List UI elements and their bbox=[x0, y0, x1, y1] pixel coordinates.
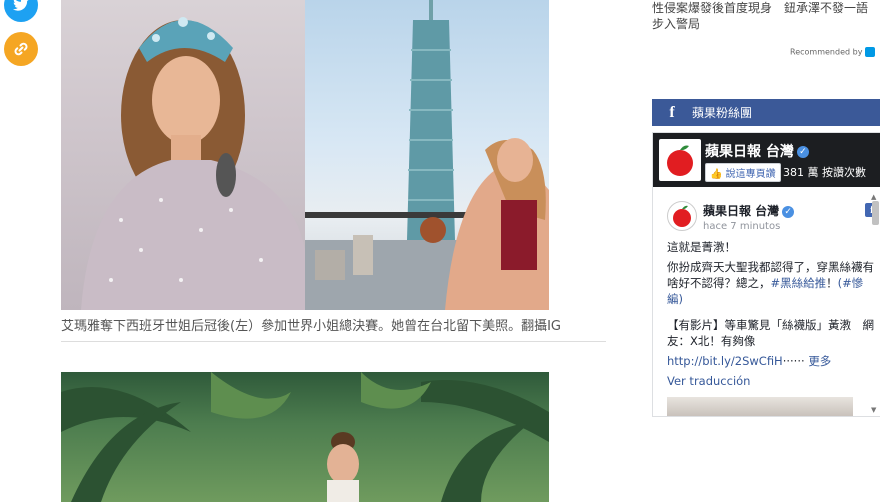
post-author-name[interactable]: 蘋果日報 台灣 ✓ bbox=[703, 203, 795, 219]
scrollbar-thumb[interactable] bbox=[872, 201, 879, 225]
post-image-thumbnail[interactable] bbox=[667, 397, 853, 416]
post-author-avatar[interactable] bbox=[667, 201, 697, 231]
thumbs-up-icon: 👍 bbox=[710, 169, 723, 180]
hashtag-link[interactable]: #黑絲給推 bbox=[771, 276, 827, 290]
article-photo-miss-world bbox=[61, 0, 549, 310]
post-text-line1: 這就是菁漖！ bbox=[667, 240, 736, 254]
fb-like-page-label: 說這專頁讚 bbox=[725, 169, 776, 180]
photo-crowned-portrait bbox=[61, 0, 305, 310]
link-icon bbox=[14, 42, 28, 56]
related-article-title-line2[interactable]: 步入警局 bbox=[652, 16, 880, 32]
copy-link-button[interactable] bbox=[4, 32, 38, 66]
verified-icon: ✓ bbox=[782, 205, 795, 218]
post-text-line3: 【有影片】等車驚見「絲襪版」黃漖 網友：X北！有夠像 bbox=[667, 318, 874, 348]
fb-page-plugin: 蘋果日報 台灣 ✓ 👍 說這專頁讚 381 萬 按讚次數 蘋果日報 台灣 ✓ hac… bbox=[652, 132, 880, 417]
recommended-by[interactable]: Recommended by bbox=[790, 47, 876, 57]
fb-fanpage-title: 蘋果粉絲團 bbox=[692, 106, 753, 120]
translate-link[interactable]: Ver traducción bbox=[667, 373, 879, 389]
post-text-excl: ！ bbox=[826, 276, 838, 290]
fb-page-name[interactable]: 蘋果日報 台灣 ✓ bbox=[705, 141, 809, 161]
post-url-link[interactable]: http://bit.ly/2SwCfiH bbox=[667, 354, 783, 368]
see-more-link[interactable]: 更多 bbox=[808, 354, 831, 368]
article-photo-palm-garden bbox=[61, 372, 549, 502]
photo-caption: 艾瑪雅奪下西班牙世姐后冠後(左）參加世界小姐總決賽。她曾在台北留下美照。翻攝IG bbox=[61, 317, 606, 342]
recommended-by-label: Recommended by bbox=[790, 47, 863, 57]
related-article-title-line1[interactable]: 性侵案爆發後首度現身 鈕承澤不發一語 bbox=[652, 0, 880, 16]
post-author-name-text[interactable]: 蘋果日報 台灣 bbox=[703, 204, 779, 218]
fb-post: 蘋果日報 台灣✓ hace 7 minutos f 這就是菁漖！ 你扮成齊天大聖… bbox=[653, 193, 880, 416]
facebook-icon: f bbox=[669, 103, 675, 121]
post-text-line2: 你扮成齊天大聖我都認得了，穿黑絲襪有啥好不認得？總之，#黑絲給推！(#慘編) bbox=[667, 259, 879, 307]
scroll-up-arrow[interactable]: ▲ bbox=[871, 193, 879, 201]
apple-daily-logo[interactable] bbox=[659, 139, 701, 181]
recommendation-widget-logo bbox=[865, 47, 876, 57]
fb-like-count: 381 萬 按讚次數 bbox=[783, 166, 866, 179]
post-link-line: http://bit.ly/2SwCfiH······ 更多 bbox=[667, 353, 879, 369]
twitter-icon bbox=[13, 0, 29, 11]
post-ellipsis: ······ bbox=[782, 354, 805, 368]
fb-like-page-button[interactable]: 👍 說這專頁讚 bbox=[705, 163, 781, 182]
fb-fanpage-header: f 蘋果粉絲團 bbox=[652, 99, 880, 126]
scroll-down-arrow[interactable]: ▼ bbox=[871, 406, 879, 414]
related-article[interactable]: 性侵案爆發後首度現身 鈕承澤不發一語 步入警局 bbox=[652, 0, 880, 32]
fb-post-header: 蘋果日報 台灣✓ hace 7 minutos f bbox=[667, 201, 879, 235]
post-timestamp[interactable]: hace 7 minutos bbox=[703, 219, 780, 235]
fb-page-cover: 蘋果日報 台灣 ✓ 👍 說這專頁讚 381 萬 按讚次數 bbox=[653, 133, 880, 187]
verified-icon: ✓ bbox=[796, 146, 809, 158]
photo-taipei-101 bbox=[305, 0, 549, 310]
fb-page-name-text[interactable]: 蘋果日報 台灣 bbox=[705, 144, 794, 160]
twitter-share-button[interactable] bbox=[4, 0, 38, 22]
